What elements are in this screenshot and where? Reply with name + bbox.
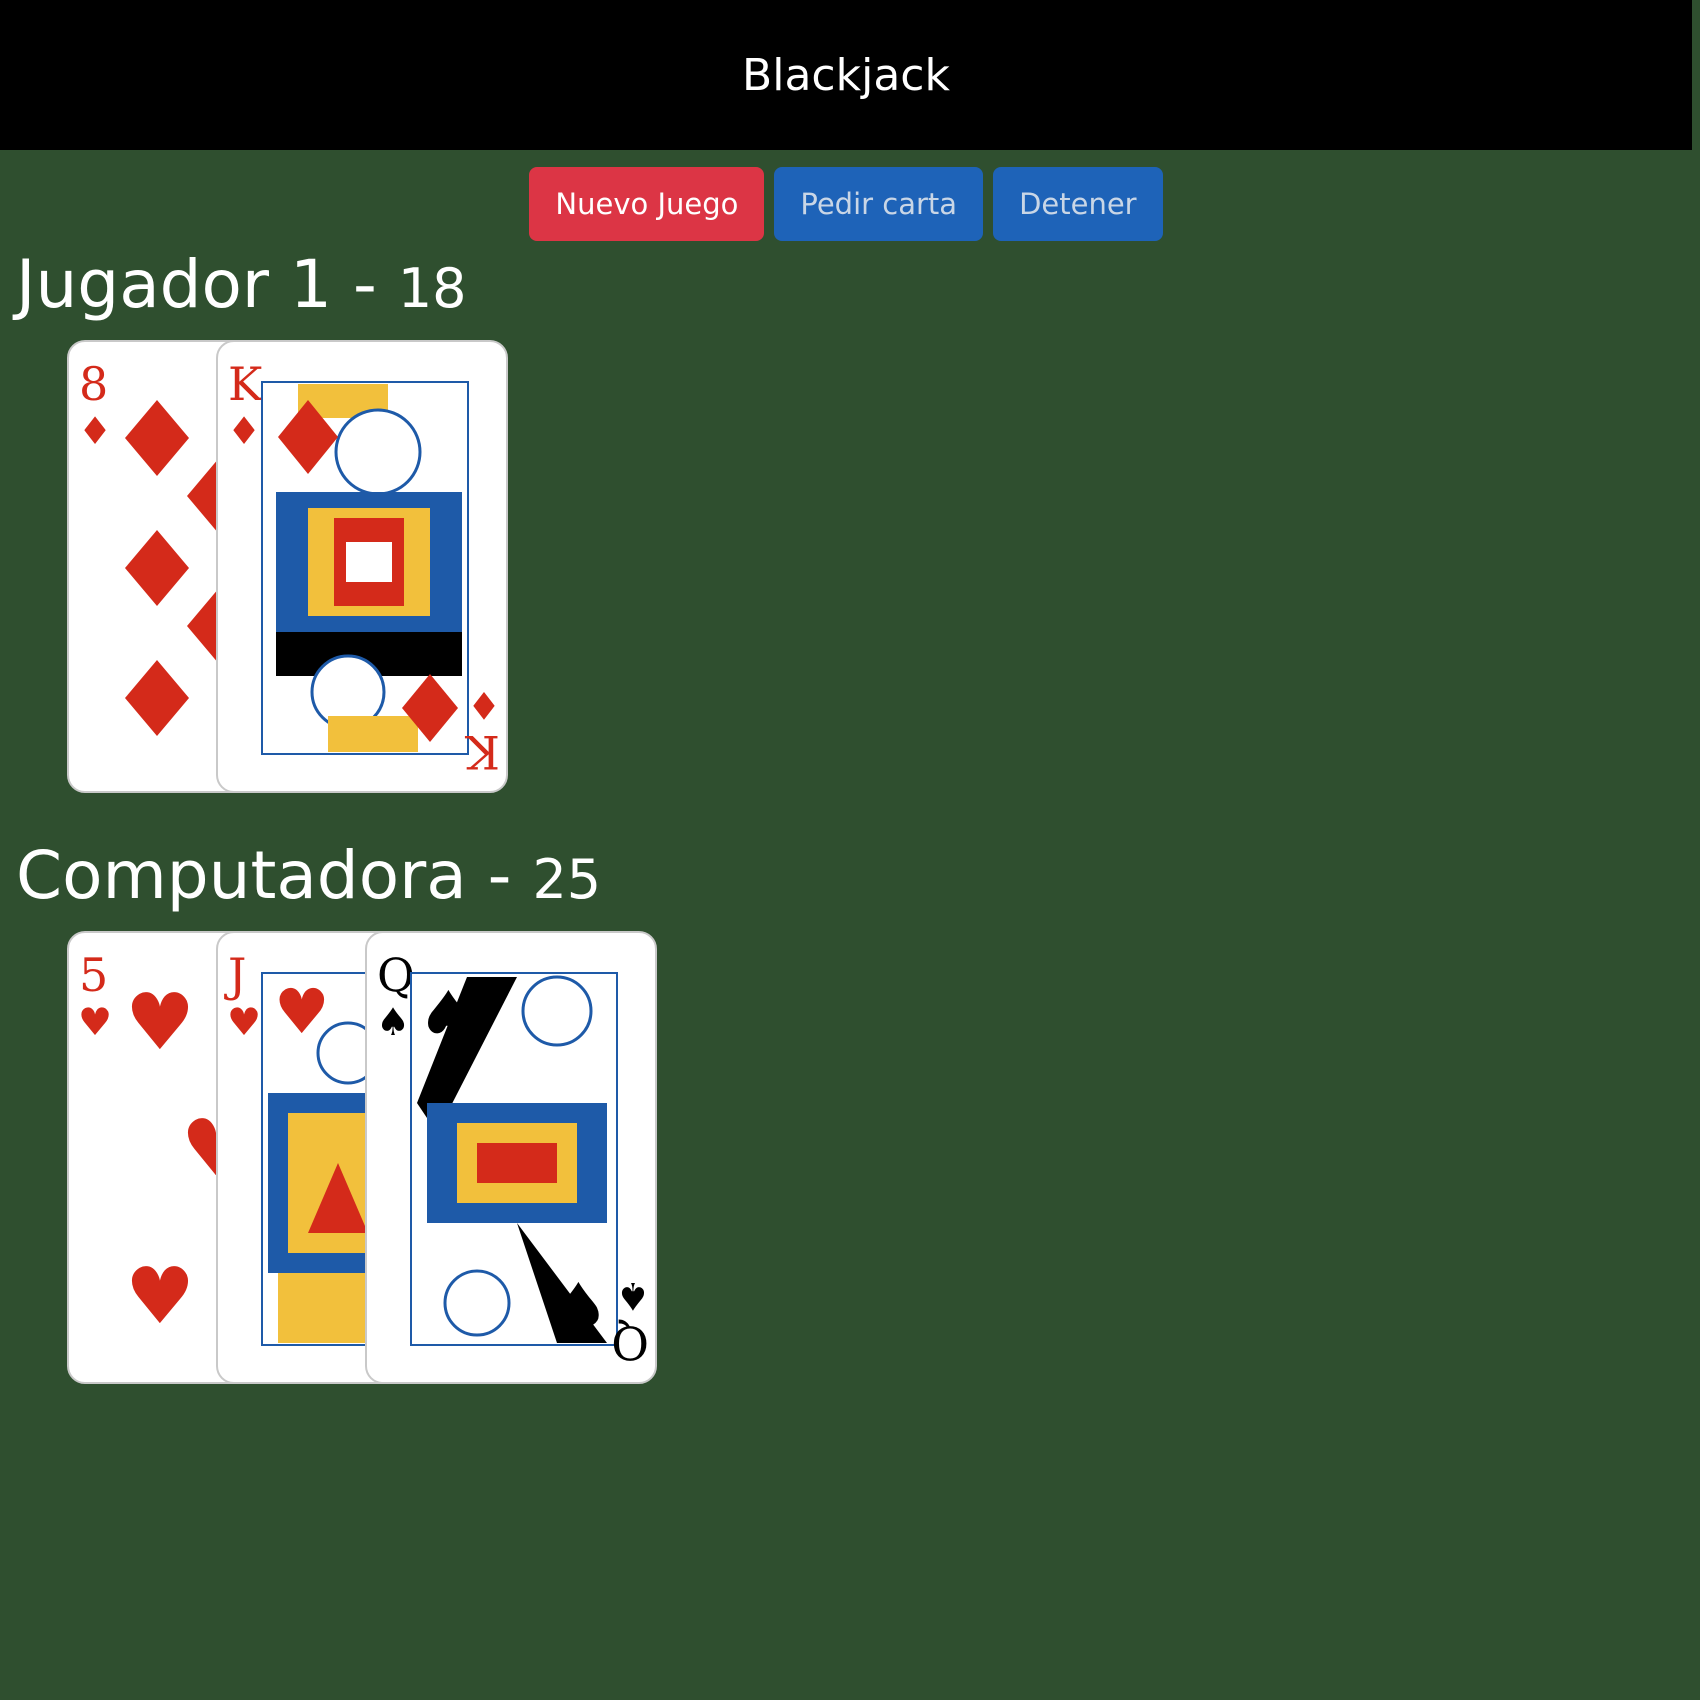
playing-card: Q ♠ ♠ ♠ Q ♠ [365, 931, 657, 1384]
svg-text:♥: ♥ [125, 1252, 195, 1342]
title-separator: - [353, 246, 377, 323]
title-separator: - [487, 837, 512, 914]
stand-button[interactable]: Detener [993, 167, 1163, 241]
player-name: Jugador 1 [16, 246, 333, 323]
game-controls: Nuevo Juego Pedir carta Detener [0, 167, 1692, 241]
card-suit-corner: ♠ [616, 1274, 650, 1318]
card-rank: J [224, 948, 246, 1002]
new-game-button[interactable]: Nuevo Juego [529, 167, 765, 241]
card-suit: ♦ [227, 409, 261, 453]
player-title: Jugador 1 - 18 [16, 252, 467, 318]
player-score: 18 [397, 257, 467, 320]
card-rank: K [228, 357, 264, 411]
card-suit: ♦ [78, 409, 112, 453]
card-rank-corner: K [464, 725, 500, 779]
face-card-art: ♠ ♠ [410, 972, 618, 1350]
face-card-art [261, 381, 469, 755]
svg-text:♠: ♠ [547, 1268, 610, 1350]
card-rank: Q [377, 948, 415, 1002]
playing-card: K ♦ K ♦ [216, 340, 508, 793]
card-rank-corner: Q [611, 1316, 649, 1370]
svg-text:♥: ♥ [125, 978, 195, 1068]
top-bar: Blackjack [0, 0, 1692, 150]
computer-title: Computadora - 25 [16, 843, 601, 909]
card-rank: 5 [79, 948, 108, 1002]
computer-score: 25 [532, 848, 602, 911]
page-title: Blackjack [742, 49, 950, 101]
card-suit: ♥ [227, 1000, 261, 1044]
card-suit: ♥ [78, 1000, 112, 1044]
computer-name: Computadora [16, 837, 467, 914]
card-suit-corner: ♦ [467, 683, 501, 727]
hit-button[interactable]: Pedir carta [774, 167, 984, 241]
card-suit: ♠ [376, 1000, 410, 1044]
page-edge [1692, 0, 1700, 1700]
card-rank: 8 [79, 357, 108, 411]
